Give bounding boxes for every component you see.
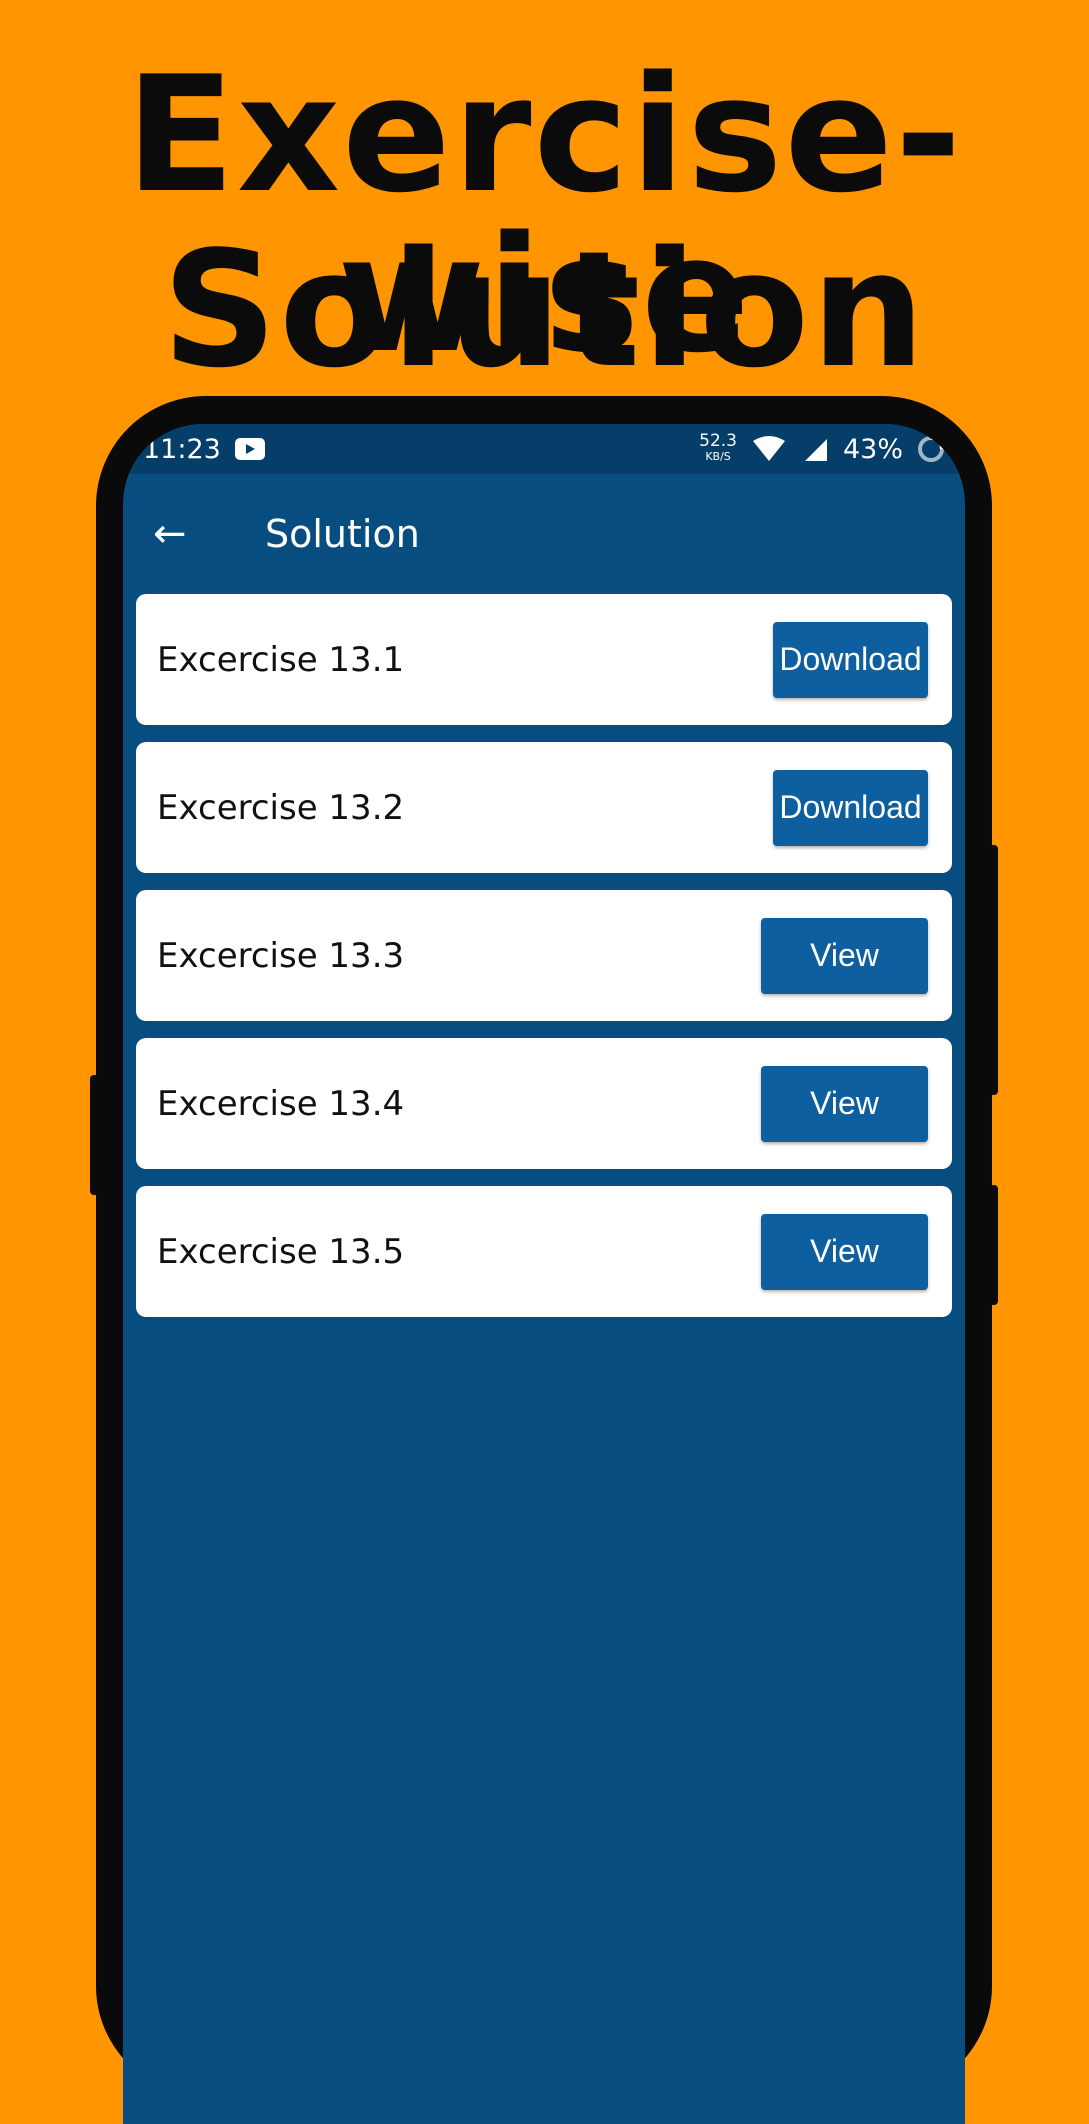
network-speed: 52.3 KB/S — [699, 431, 737, 464]
signal-icon — [804, 439, 827, 461]
view-button[interactable]: View — [761, 917, 928, 994]
youtube-icon — [234, 438, 265, 460]
page-title: Solution — [265, 512, 420, 556]
exercise-label: Excercise 13.2 — [157, 787, 405, 828]
view-button[interactable]: View — [761, 1065, 928, 1142]
exercise-label: Excercise 13.5 — [157, 1231, 405, 1272]
exercise-label: Excercise 13.4 — [157, 1083, 405, 1124]
headline-line-2: Solution — [161, 216, 928, 403]
exercise-label: Excercise 13.3 — [157, 935, 405, 976]
status-bar: 11:23 52.3 KB/S 43% — [123, 424, 965, 474]
list-item: Excercise 13.5 View — [136, 1186, 952, 1317]
battery-icon — [918, 436, 944, 462]
list-item: Excercise 13.4 View — [136, 1038, 952, 1169]
view-button[interactable]: View — [761, 1213, 928, 1290]
status-time: 11:23 — [143, 433, 221, 465]
list-item: Excercise 13.2 Download — [136, 742, 952, 873]
battery-percent: 43% — [842, 433, 903, 465]
list-item: Excercise 13.3 View — [136, 890, 952, 1021]
download-button[interactable]: Download — [773, 621, 928, 698]
back-arrow-icon[interactable]: ← — [153, 511, 213, 557]
app-bar: ← Solution — [123, 474, 965, 594]
list-item: Excercise 13.1 Download — [136, 594, 952, 725]
phone-frame: 11:23 52.3 KB/S 43% ← Solution Excercise… — [96, 396, 992, 2124]
exercise-list: Excercise 13.1 Download Excercise 13.2 D… — [123, 594, 965, 1317]
wifi-icon — [752, 436, 785, 461]
phone-screen: 11:23 52.3 KB/S 43% ← Solution Excercise… — [123, 424, 965, 2124]
download-button[interactable]: Download — [773, 769, 928, 846]
exercise-label: Excercise 13.1 — [157, 639, 405, 680]
